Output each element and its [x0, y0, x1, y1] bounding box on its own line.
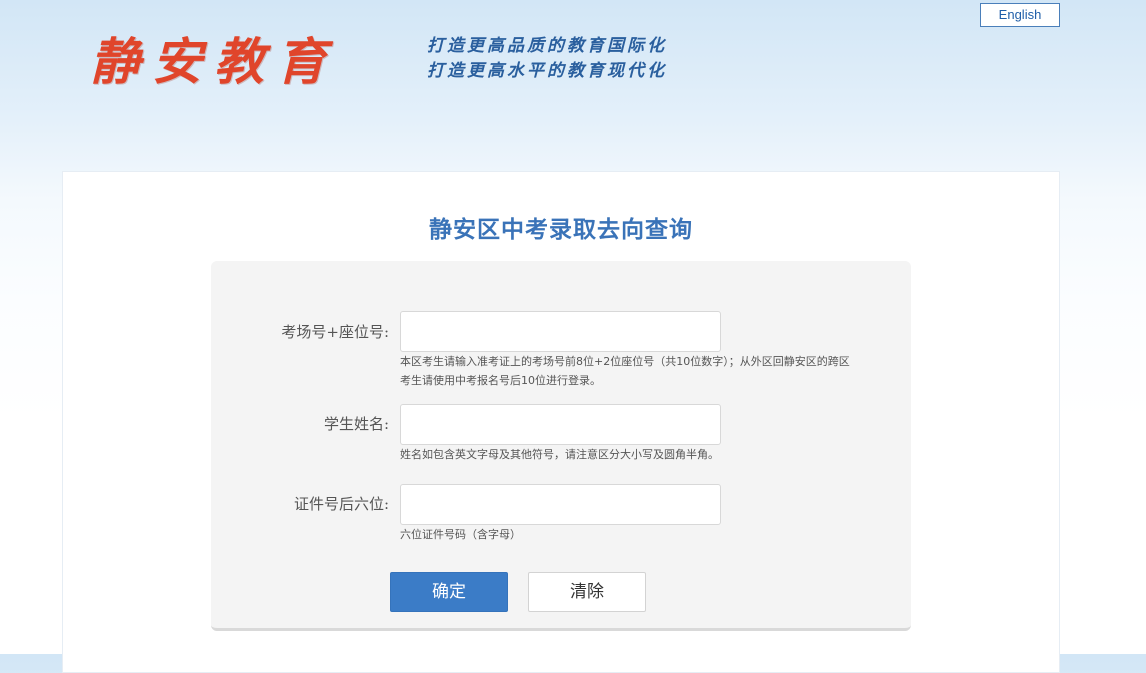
id-last-six-hint: 六位证件号码（含字母）: [400, 528, 521, 541]
query-form: 考场号+座位号: 本区考生请输入准考证上的考场号前8位+2位座位号（共10位数字…: [211, 261, 911, 631]
page-title: 静安区中考录取去向查询: [429, 217, 693, 243]
student-name-input[interactable]: [400, 404, 721, 445]
exam-seat-number-hint: 本区考生请输入准考证上的考场号前8位+2位座位号（共10位数字）；从外区回静安区…: [400, 352, 900, 390]
site-logo: 静安教育: [90, 32, 338, 91]
slogan-line-1: 打造更高品质的教育国际化: [427, 36, 667, 56]
exam-seat-number-input[interactable]: [400, 311, 721, 352]
student-name-hint: 姓名如包含英文字母及其他符号，请注意区分大小写及圆角半角。: [400, 448, 719, 461]
main-panel: 静安区中考录取去向查询 考场号+座位号: 本区考生请输入准考证上的考场号前8位+…: [62, 171, 1060, 673]
header-slogans: 打造更高品质的教育国际化 打造更高水平的教育现代化: [427, 34, 667, 84]
exam-seat-number-hint-line-1: 本区考生请输入准考证上的考场号前8位+2位座位号（共10位数字）；从外区回静安区…: [400, 355, 850, 368]
slogan-line-2: 打造更高水平的教育现代化: [427, 61, 667, 81]
exam-seat-number-hint-line-2: 考生请使用中考报名号后10位进行登录。: [400, 374, 601, 387]
id-last-six-label: 证件号后六位:: [293, 495, 389, 513]
student-name-label: 学生姓名:: [323, 415, 389, 433]
clear-button[interactable]: 清除: [528, 572, 646, 612]
english-language-button[interactable]: English: [980, 3, 1060, 27]
exam-seat-number-label: 考场号+座位号:: [281, 323, 389, 341]
submit-button[interactable]: 确定: [390, 572, 508, 612]
id-last-six-input[interactable]: [400, 484, 721, 525]
